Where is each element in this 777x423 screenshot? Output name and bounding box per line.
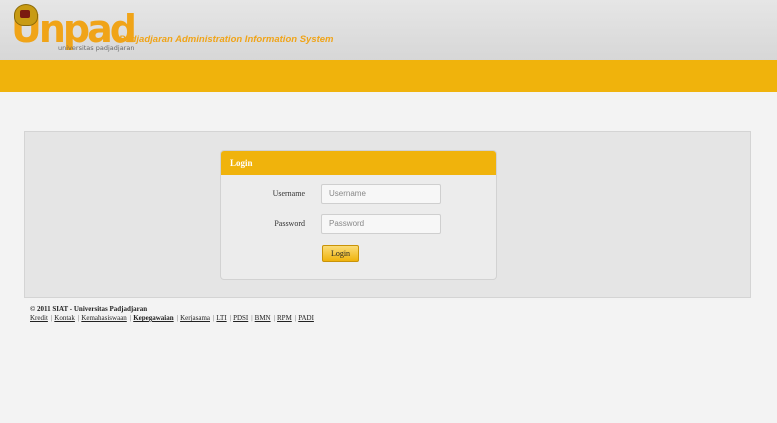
logo-subtext: universitas padjadjaran [58,44,135,52]
copyright-text: © 2011 SIAT - Universitas Padjadjaran [30,305,148,313]
footer-link-pdsi[interactable]: PDSI [233,314,248,322]
link-separator: | [50,314,53,322]
username-label: Username [272,189,305,198]
link-separator: | [129,314,132,322]
link-separator: | [77,314,80,322]
password-input[interactable]: Password [321,214,441,234]
link-separator: | [294,314,297,322]
unpad-logo[interactable]: Unpad universitas padjadjaran Padjadjara… [11,3,334,57]
link-separator: | [273,314,276,322]
footer-link-kemahasiswaan[interactable]: Kemahasiswaan [81,314,126,322]
link-separator: | [229,314,232,322]
footer-link-lti[interactable]: LTI [216,314,226,322]
footer: © 2011 SIAT - Universitas Padjadjaran Kr… [30,305,314,323]
footer-link-rpm[interactable]: RPM [277,314,292,322]
nav-bar [0,60,777,92]
login-button[interactable]: Login [322,245,359,262]
link-separator: | [213,314,215,322]
crest-icon [14,4,38,26]
password-label: Password [274,219,305,228]
login-title: Login [221,151,496,175]
footer-link-padi[interactable]: PADI [298,314,314,322]
footer-link-kontak[interactable]: Kontak [54,314,75,322]
username-input[interactable]: Username [321,184,441,204]
footer-link-kepegawaian[interactable]: Kepegawaian [133,314,173,322]
footer-link-kerjasama[interactable]: Kerjasama [180,314,210,322]
link-separator: | [176,314,179,322]
username-row: Username Username [221,183,496,205]
link-separator: | [251,314,253,322]
header-bar: Unpad universitas padjadjaran Padjadjara… [0,0,777,60]
login-form: Login Username Username Password Passwor… [220,150,497,280]
footer-link-kredit[interactable]: Kredit [30,314,48,322]
footer-link-bmn[interactable]: BMN [255,314,271,322]
footer-links: Kredit | Kontak | Kemahasiswaan | Kepegawaian |… [30,314,314,323]
password-row: Password Password [221,213,496,235]
system-tagline: Padjadjaran Administration Information S… [119,34,334,45]
